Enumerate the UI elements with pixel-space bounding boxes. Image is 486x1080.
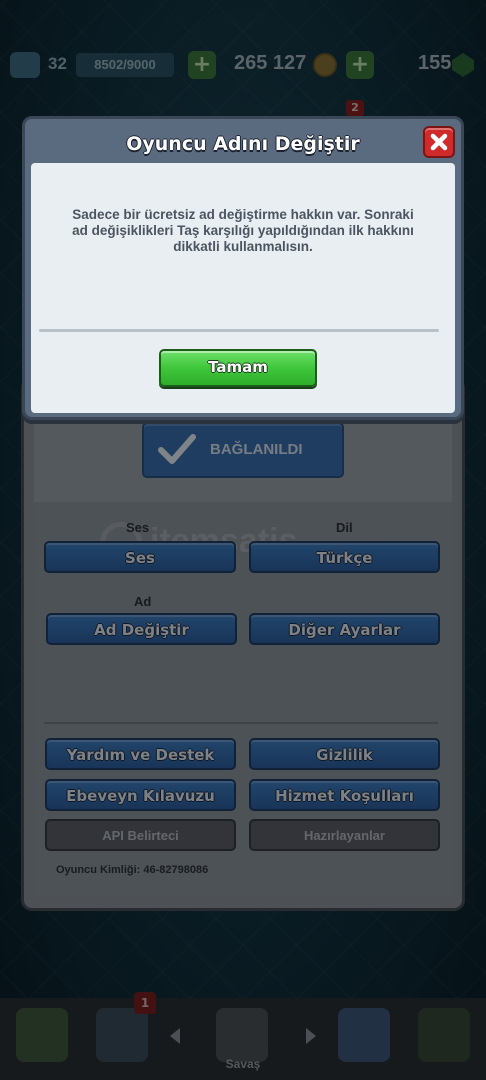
change-name-dialog: Oyuncu Adını Değiştir Sadece bir ücretsi…	[22, 116, 464, 420]
name-input-line	[39, 329, 439, 332]
dialog-title: Oyuncu Adını Değiştir	[126, 133, 360, 155]
dialog-message: Sadece bir ücretsiz ad değiştirme hakkın…	[72, 207, 414, 254]
ok-button[interactable]: Tamam	[159, 349, 317, 387]
dialog-body: Sadece bir ücretsiz ad değiştirme hakkın…	[31, 163, 455, 413]
close-button[interactable]	[423, 126, 455, 158]
close-icon	[430, 133, 448, 151]
